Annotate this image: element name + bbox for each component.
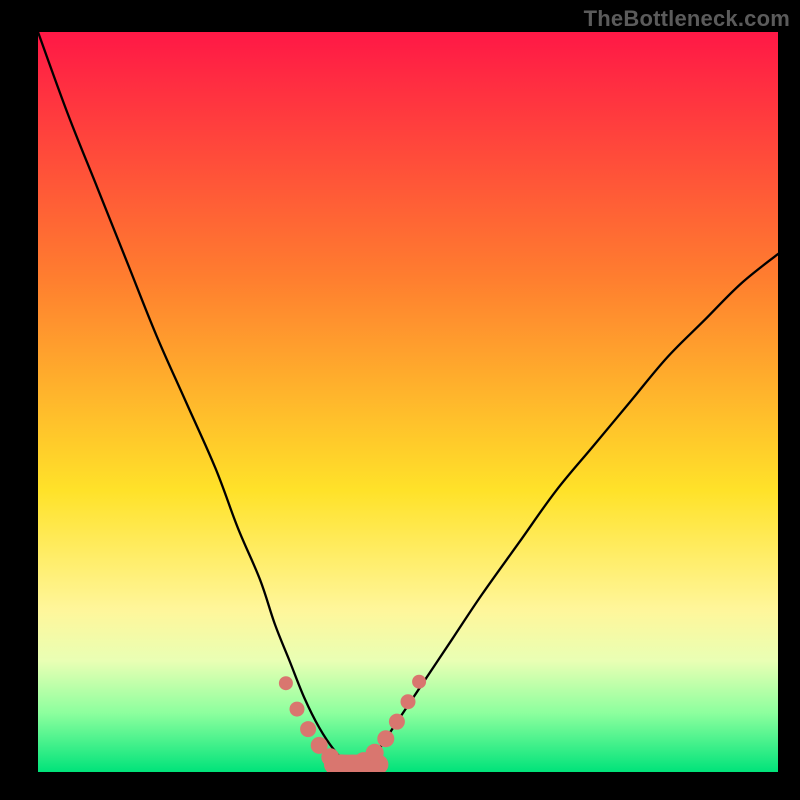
highlight-marker — [401, 694, 416, 709]
gradient-background — [38, 32, 778, 772]
chart-svg — [38, 32, 778, 772]
highlight-marker — [412, 675, 426, 689]
highlight-marker — [389, 714, 405, 730]
chart-container: TheBottleneck.com — [0, 0, 800, 800]
highlight-marker — [366, 744, 384, 762]
highlight-marker — [377, 730, 394, 747]
watermark-text: TheBottleneck.com — [584, 6, 790, 32]
highlight-marker — [290, 702, 305, 717]
highlight-marker — [300, 721, 316, 737]
plot-area — [38, 32, 778, 772]
highlight-marker — [279, 676, 293, 690]
